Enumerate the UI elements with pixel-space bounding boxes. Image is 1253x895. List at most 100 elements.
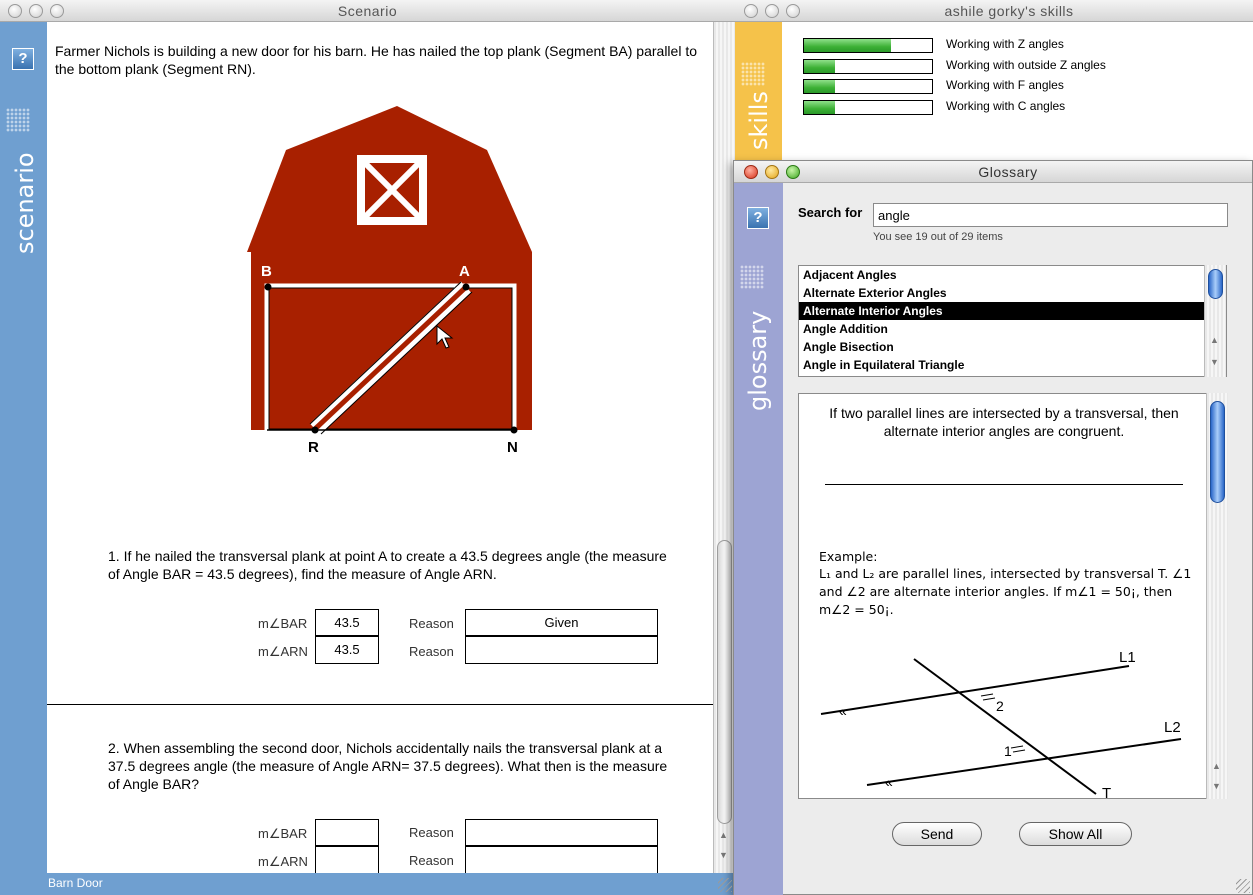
status-text: Barn Door: [48, 876, 103, 890]
point-r-marker: [311, 426, 319, 434]
point-n-label: N: [507, 439, 518, 456]
definition-scroll-thumb[interactable]: [1210, 401, 1225, 503]
skills-side-label: skills: [745, 91, 773, 150]
list-item[interactable]: Angle in Equilateral Triangle: [799, 356, 1226, 374]
resize-grip-icon[interactable]: [1236, 879, 1250, 893]
point-a-label: A: [459, 263, 470, 280]
resize-grip-icon[interactable]: [718, 878, 732, 892]
scroll-down-arrow-icon[interactable]: ▼: [1212, 781, 1221, 791]
glossary-window: Glossary ? glossary Search for angle You…: [733, 160, 1253, 895]
q2-arn-input[interactable]: [315, 846, 379, 873]
question-1-text: 1. If he nailed the transversal plank at…: [108, 548, 667, 582]
scenario-window: Scenario ? scenario Farmer Nichols is bu…: [0, 0, 735, 895]
angle-1-label: 1: [1004, 743, 1012, 759]
help-button[interactable]: ?: [12, 48, 34, 70]
scroll-down-arrow-icon[interactable]: ▼: [1210, 357, 1219, 367]
q1-reason-label: Reason: [409, 616, 454, 631]
point-r-label: R: [308, 439, 319, 456]
q2-bar-input[interactable]: [315, 819, 379, 846]
q1-bar-reason-input[interactable]: Given: [465, 609, 658, 636]
show-all-button[interactable]: Show All: [1019, 822, 1132, 846]
scroll-up-arrow-icon[interactable]: ▲: [1212, 761, 1221, 771]
q2-arn-label: m∠ARN: [258, 854, 308, 869]
scenario-status-bar: Barn Door: [0, 873, 735, 895]
glossary-titlebar[interactable]: Glossary: [734, 161, 1252, 183]
q1-arn-reason-input[interactable]: [465, 636, 658, 664]
help-button[interactable]: ?: [747, 207, 769, 229]
definition-scrollbar[interactable]: ▲ ▼: [1206, 393, 1228, 799]
pixel-decoration: [741, 62, 765, 86]
skill-progress-bar: [803, 59, 933, 74]
q2-arn-reason-input[interactable]: [465, 846, 658, 873]
close-button[interactable]: [744, 4, 758, 18]
skill-label: Working with outside Z angles: [946, 58, 1106, 72]
q1-bar-label: m∠BAR: [258, 616, 308, 631]
point-a-marker: [462, 283, 470, 291]
list-item[interactable]: Angle Addition: [799, 320, 1226, 338]
q2-bar-reason-input[interactable]: [465, 819, 658, 846]
definition-panel: If two parallel lines are intersected by…: [798, 393, 1227, 799]
skill-progress-bar: [803, 38, 933, 53]
barn-diagram: B A R N: [247, 106, 532, 456]
question-divider: [47, 704, 713, 705]
skills-sidebar: skills: [735, 22, 782, 162]
skill-label: Working with C angles: [946, 99, 1066, 113]
t-label: T: [1102, 785, 1111, 799]
definition-text: If two parallel lines are intersected by…: [829, 405, 1179, 439]
barn-loft-window: [357, 155, 427, 225]
term-list-scrollbar[interactable]: ▲ ▼: [1204, 265, 1226, 377]
skill-label: Working with F angles: [946, 78, 1064, 92]
scroll-up-arrow-icon[interactable]: ▲: [719, 830, 728, 840]
q2-reason-label: Reason: [409, 825, 454, 840]
glossary-sidebar: ? glossary: [734, 183, 783, 895]
skill-progress-bar: [803, 100, 933, 115]
barn-body: [251, 252, 532, 435]
l1-label: L1: [1119, 649, 1136, 666]
q1-reason-label-2: Reason: [409, 644, 454, 659]
scenario-sidebar: ? scenario: [0, 22, 47, 873]
pixel-decoration: [6, 108, 30, 132]
question-2-text: 2. When assembling the second door, Nich…: [108, 740, 668, 792]
term-list-scroll-thumb[interactable]: [1208, 269, 1223, 299]
svg-text:«: «: [885, 774, 893, 790]
search-label: Search for: [798, 205, 863, 220]
skill-progress-fill: [804, 80, 835, 93]
angle-2-label: 2: [996, 698, 1004, 714]
q1-bar-input[interactable]: 43.5: [315, 609, 379, 636]
scenario-side-label: scenario: [11, 152, 39, 254]
q2-reason-label-2: Reason: [409, 853, 454, 868]
scroll-down-arrow-icon[interactable]: ▼: [719, 850, 728, 860]
search-input[interactable]: angle: [873, 203, 1228, 227]
window-title: Glossary: [978, 164, 1038, 180]
list-item[interactable]: Alternate Exterior Angles: [799, 284, 1226, 302]
scenario-scroll-thumb[interactable]: [717, 540, 732, 824]
pixel-decoration: [740, 265, 764, 289]
glossary-side-label: glossary: [744, 310, 772, 411]
example-title: Example:: [819, 549, 878, 564]
skill-progress-fill: [804, 60, 835, 73]
list-item-selected[interactable]: Alternate Interior Angles: [799, 302, 1226, 320]
glossary-term-list[interactable]: Adjacent Angles Alternate Exterior Angle…: [798, 265, 1227, 377]
list-item[interactable]: Angle Bisection: [799, 338, 1226, 356]
skills-titlebar[interactable]: ashile gorky's skills: [735, 0, 1253, 22]
scenario-titlebar[interactable]: Scenario: [0, 0, 735, 22]
example-text: L₁ and L₂ are parallel lines, intersecte…: [819, 566, 1192, 617]
skill-label: Working with Z angles: [946, 37, 1064, 51]
close-button[interactable]: [744, 165, 758, 179]
list-item[interactable]: Adjacent Angles: [799, 266, 1226, 284]
point-b-label: B: [261, 263, 272, 280]
skill-progress-bar: [803, 79, 933, 94]
q1-arn-input[interactable]: 43.5: [315, 636, 379, 664]
skill-progress-fill: [804, 101, 835, 114]
l2-label: L2: [1164, 719, 1181, 736]
skill-progress-fill: [804, 39, 892, 52]
scroll-up-arrow-icon[interactable]: ▲: [1210, 335, 1219, 345]
point-b-marker: [264, 283, 272, 291]
window-title: ashile gorky's skills: [944, 3, 1074, 19]
scenario-scrollbar[interactable]: ▲ ▼: [713, 22, 735, 873]
window-title: Scenario: [337, 3, 398, 19]
scenario-content: Farmer Nichols is building a new door fo…: [47, 22, 713, 873]
q2-bar-label: m∠BAR: [258, 826, 308, 841]
send-button[interactable]: Send: [892, 822, 982, 846]
skills-window: ashile gorky's skills skills Working wit…: [735, 0, 1253, 162]
